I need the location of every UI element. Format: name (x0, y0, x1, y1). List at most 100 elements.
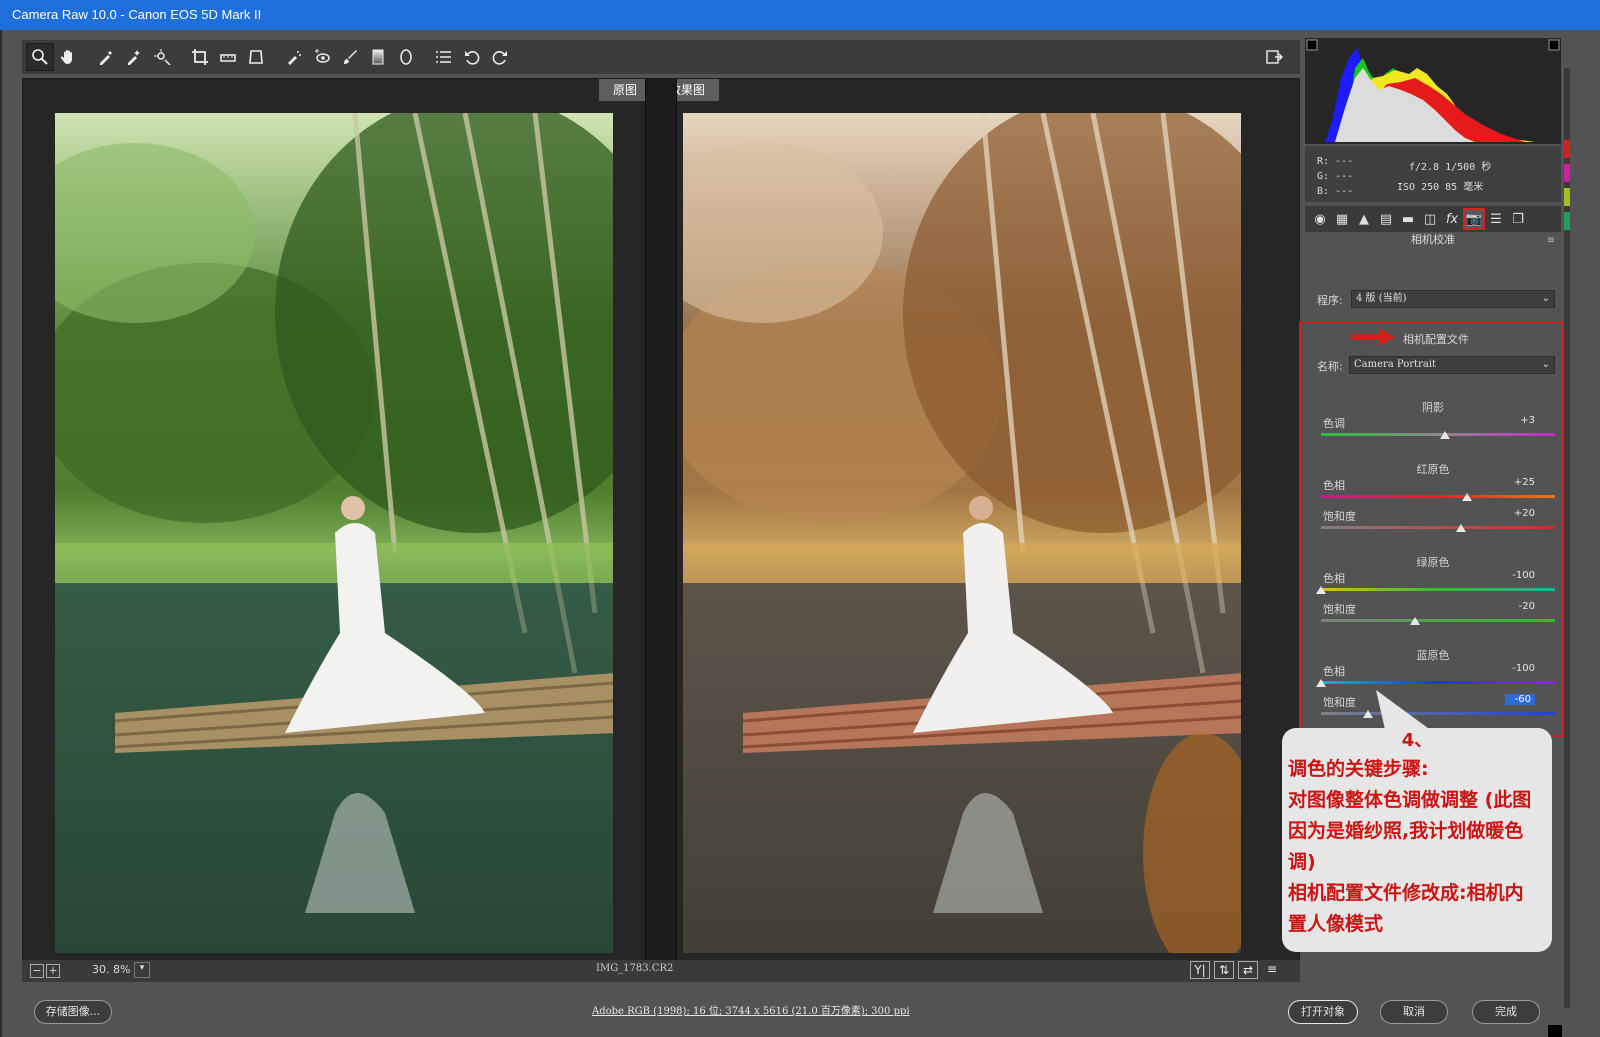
panel-menu-icon[interactable]: ≡ (1547, 235, 1555, 246)
aperture-shutter: f/2.8 1/500 秒 (1409, 162, 1492, 173)
blue-sat-value[interactable]: -60 (1505, 694, 1535, 705)
cancel-button[interactable]: 取消 (1380, 1000, 1448, 1024)
green-sat-track[interactable] (1321, 619, 1555, 622)
histogram (1305, 38, 1561, 144)
green-sat-label: 饱和度 (1323, 603, 1356, 616)
preferences-icon[interactable] (430, 43, 458, 71)
radial-filter-icon[interactable] (392, 43, 420, 71)
red-hue-track[interactable] (1321, 495, 1555, 498)
view-mode-controls: Y| ⇅ ⇄ ≡ (1190, 961, 1282, 979)
red-sat-value[interactable]: +20 (1505, 508, 1535, 519)
resize-grip[interactable] (1548, 1025, 1562, 1037)
color-sampler-icon[interactable] (120, 43, 148, 71)
callout-line4: 调) (1288, 851, 1316, 873)
panel-tabs: ◉ ▦ ▲ ▤ ▬ ◫ fx 📷 ☰ ❐ (1305, 206, 1561, 232)
name-label: 名称: (1317, 360, 1343, 373)
original-photo[interactable] (55, 113, 613, 953)
annotation-callout: 4、 调色的关键步骤: 对图像整体色调做调整 (此图 因为是婚纱照,我计划做暖色… (1282, 728, 1552, 952)
green-sat-value[interactable]: -20 (1505, 601, 1535, 612)
green-hue-track[interactable] (1321, 588, 1555, 591)
done-button[interactable]: 完成 (1472, 1000, 1540, 1024)
blue-sat-label: 饱和度 (1323, 696, 1356, 709)
red-hue-slider[interactable] (1462, 493, 1473, 501)
file-name: IMG_1783.CR2 (596, 963, 674, 974)
panel-title: 相机校准 (1411, 233, 1455, 246)
before-after-view-icon[interactable]: Y| (1190, 961, 1210, 979)
transform-icon[interactable] (242, 43, 270, 71)
blue-sat-slider[interactable] (1362, 710, 1373, 718)
callout-line6: 置人像模式 (1288, 913, 1384, 935)
blue-hue-label: 色相 (1323, 665, 1345, 678)
blue-hue-slider[interactable] (1316, 679, 1326, 687)
process-select[interactable]: 4 版 (当前) ⌄ (1351, 290, 1555, 308)
camera-calibration-tab-icon[interactable]: 📷 (1463, 208, 1485, 230)
hand-icon[interactable] (54, 43, 82, 71)
green-primary-title: 绿原色 (1416, 556, 1450, 569)
rotate-left-icon[interactable] (458, 43, 486, 71)
spot-removal-icon[interactable] (280, 43, 308, 71)
hsl-tab-icon[interactable]: ▤ (1375, 208, 1397, 230)
preview-divider (645, 79, 677, 979)
red-sat-track[interactable] (1321, 526, 1555, 529)
zoom-in-button[interactable]: + (46, 964, 60, 978)
red-sat-slider[interactable] (1456, 524, 1467, 532)
lens-tab-icon[interactable]: ◫ (1419, 208, 1441, 230)
callout-line1: 调色的关键步骤: (1288, 758, 1429, 780)
readout-g: G: --- (1317, 171, 1354, 182)
red-arrow-icon (1351, 328, 1395, 346)
open-object-button[interactable]: 打开对象 (1288, 1000, 1358, 1024)
shadows-tint-track[interactable] (1321, 433, 1555, 436)
zoom-out-button[interactable]: − (30, 964, 44, 978)
readout-b: B: --- (1317, 186, 1354, 197)
callout-line2: 对图像整体色调做调整 (此图 (1288, 789, 1532, 811)
view-preferences-icon[interactable]: ≡ (1262, 961, 1282, 979)
split-toning-tab-icon[interactable]: ▬ (1397, 208, 1419, 230)
blue-hue-value[interactable]: -100 (1505, 663, 1535, 674)
tab-before[interactable]: 原图 (599, 79, 652, 101)
green-hue-label: 色相 (1323, 572, 1345, 585)
zoom-dropdown-icon[interactable]: ▾ (134, 962, 150, 978)
swap-settings-icon[interactable]: ⇅ (1214, 961, 1234, 979)
camera-profile-select[interactable]: Camera Portrait ⌄ (1349, 356, 1555, 374)
basic-tab-icon[interactable]: ◉ (1309, 208, 1331, 230)
iso-focal: ISO 250 85 毫米 (1397, 182, 1484, 193)
red-eye-icon[interactable] (308, 43, 336, 71)
callout-line3: 因为是婚纱照,我计划做暖色 (1288, 820, 1524, 842)
detail-tab-icon[interactable]: ▲ (1353, 208, 1375, 230)
white-balance-icon[interactable] (92, 43, 120, 71)
blue-sat-track[interactable] (1321, 712, 1555, 715)
shadows-tint-label: 色调 (1323, 417, 1345, 430)
blue-hue-track[interactable] (1321, 681, 1555, 684)
green-hue-slider[interactable] (1316, 586, 1326, 594)
adjustment-brush-icon[interactable] (336, 43, 364, 71)
fullscreen-toggle-icon[interactable] (1260, 43, 1288, 71)
crop-icon[interactable] (186, 43, 214, 71)
graduated-filter-icon[interactable] (364, 43, 392, 71)
copy-settings-icon[interactable]: ⇄ (1238, 961, 1258, 979)
exif-info: R: --- G: --- B: --- f/2.8 1/500 秒 ISO 2… (1305, 146, 1561, 202)
snapshots-tab-icon[interactable]: ❐ (1507, 208, 1529, 230)
rotate-right-icon[interactable] (486, 43, 514, 71)
preview-area: 原图 效果图 (22, 78, 1300, 980)
red-hue-value[interactable]: +25 (1505, 477, 1535, 488)
shadows-tint-slider[interactable] (1440, 431, 1451, 439)
presets-tab-icon[interactable]: ☰ (1485, 208, 1507, 230)
camera-profile-value: Camera Portrait (1354, 359, 1437, 370)
bottom-bar: 存储图像... Adobe RGB (1998); 16 位; 3744 x 5… (22, 994, 1582, 1030)
callout-line5: 相机配置文件修改成:相机内 (1288, 882, 1524, 904)
green-sat-slider[interactable] (1409, 617, 1420, 625)
save-image-button[interactable]: 存储图像... (34, 1000, 112, 1024)
red-primary-title: 红原色 (1416, 463, 1450, 476)
edited-photo[interactable] (683, 113, 1241, 953)
straighten-icon[interactable] (214, 43, 242, 71)
effects-tab-icon[interactable]: fx (1441, 208, 1463, 230)
green-hue-value[interactable]: -100 (1505, 570, 1535, 581)
red-sat-label: 饱和度 (1323, 510, 1356, 523)
tone-curve-tab-icon[interactable]: ▦ (1331, 208, 1353, 230)
workflow-options-link[interactable]: Adobe RGB (1998); 16 位; 3744 x 5616 (21.… (592, 1002, 910, 1017)
targeted-adjust-icon[interactable] (148, 43, 176, 71)
zoom-icon[interactable] (26, 43, 54, 71)
shadows-tint-value[interactable]: +3 (1505, 415, 1535, 426)
process-label: 程序: (1317, 294, 1343, 307)
chevron-down-icon: ⌄ (1541, 293, 1550, 304)
